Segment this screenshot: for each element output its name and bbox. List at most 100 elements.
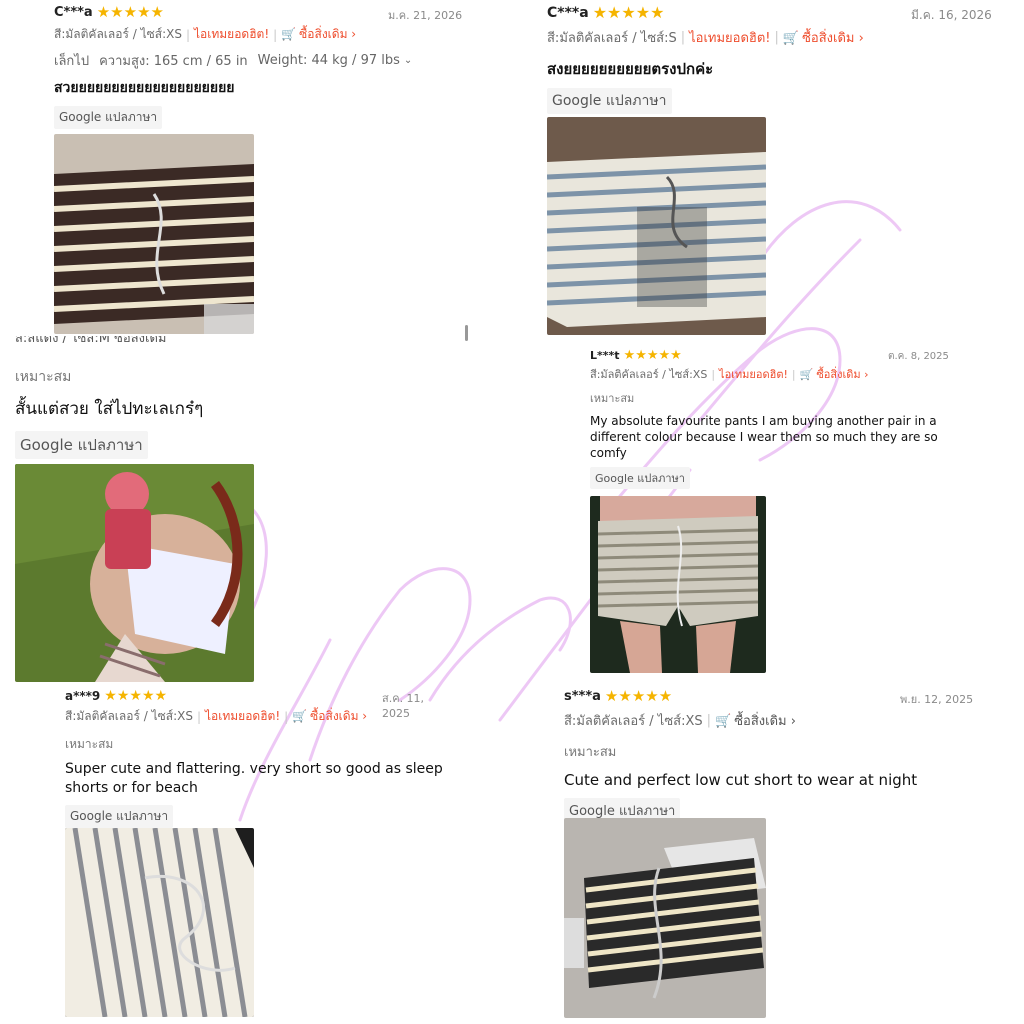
divider: | bbox=[185, 27, 191, 42]
review-photo[interactable] bbox=[65, 828, 254, 1017]
review-text: Super cute and flattering. very short so… bbox=[65, 761, 443, 796]
fit-label: เล็กไป bbox=[54, 54, 90, 69]
worn-shorts-photo bbox=[590, 496, 766, 673]
divider: | bbox=[791, 367, 796, 381]
rating-stars: ★ ★ ★ ★ ★ bbox=[624, 349, 682, 362]
rating-stars: ★ ★ ★ ★ ★ bbox=[97, 5, 164, 20]
chevron-down-icon[interactable]: ⌄ bbox=[404, 55, 412, 66]
star-icon: ★ bbox=[607, 3, 622, 22]
review-photo[interactable] bbox=[564, 818, 766, 1018]
review-date: ม.ค. 21, 2026 bbox=[388, 9, 463, 22]
variant-label: สี:มัลติคัลเลอร์ / ไซส์:S bbox=[547, 31, 677, 46]
weight-label: Weight: 44 kg / 97 lbs bbox=[257, 53, 400, 68]
scrollbar-thumb[interactable] bbox=[465, 325, 468, 341]
shorts-packaging-photo bbox=[564, 818, 766, 1018]
star-icon: ★ bbox=[658, 686, 673, 705]
star-icon: ★ bbox=[604, 686, 619, 705]
review-photo[interactable] bbox=[590, 496, 766, 673]
star-icon: ★ bbox=[96, 3, 111, 21]
divider: | bbox=[711, 367, 716, 381]
buy-again-label: ซื้อสิ่งเดิม bbox=[310, 709, 359, 723]
rating-stars: ★ ★ ★ ★ ★ bbox=[593, 5, 665, 21]
cart-icon: 🛒 bbox=[782, 31, 800, 46]
variant-label: สี:มัลติคัลเลอร์ / ไซส์:XS bbox=[564, 714, 703, 729]
star-icon: ★ bbox=[618, 686, 632, 705]
variant-label: สี:มัลติคัลเลอร์ / ไซส์:XS bbox=[65, 709, 193, 723]
star-icon: ★ bbox=[137, 3, 151, 21]
variant-label: สี:มัลติคัลเลอร์ / ไซส์:XS bbox=[54, 27, 182, 41]
star-icon: ★ bbox=[129, 687, 142, 704]
buy-again-link[interactable]: 🛒 ซื้อสิ่งเดิม › bbox=[800, 365, 869, 383]
star-icon: ★ bbox=[110, 3, 124, 21]
review-date: มี.ค. 16, 2026 bbox=[911, 8, 992, 22]
cart-icon: 🛒 bbox=[715, 714, 732, 729]
star-icon: ★ bbox=[670, 347, 682, 363]
buy-again-label: ซื้อสิ่งเดิม bbox=[299, 27, 348, 41]
striped-shorts-photo bbox=[54, 134, 254, 334]
review-card-1: C***a ★ ★ ★ ★ ★ ม.ค. 21, 2026 สี:มัลติคัลเลอ… bbox=[54, 4, 464, 129]
beach-outfit-photo bbox=[15, 464, 254, 682]
suitability-label: เหมาะสม bbox=[15, 369, 72, 385]
review-photo[interactable] bbox=[547, 117, 766, 335]
review-username: a***9 bbox=[65, 688, 101, 703]
star-icon: ★ bbox=[123, 3, 138, 21]
star-icon: ★ bbox=[635, 347, 647, 363]
star-icon: ★ bbox=[141, 687, 155, 704]
star-icon: ★ bbox=[635, 3, 651, 22]
star-icon: ★ bbox=[631, 686, 646, 705]
hot-item-badge: ไอเทมยอดฮิต! bbox=[689, 31, 771, 46]
star-icon: ★ bbox=[646, 347, 659, 363]
review-card-4: L***t ★ ★ ★ ★ ★ ต.ค. 8, 2025 สี:มัลติคัลเลอร… bbox=[590, 348, 950, 489]
star-icon: ★ bbox=[658, 347, 671, 363]
suitability-label: เหมาะสม bbox=[590, 392, 635, 405]
review-text: สงยยยยยยยยยยตรงปกค่ะ bbox=[547, 60, 714, 78]
review-card-2: C***a ★ ★ ★ ★ ★ มี.ค. 16, 2026 สี:มัลติคัลเล… bbox=[547, 4, 992, 115]
buy-again-label: ซื้อสิ่งเดิม bbox=[816, 368, 861, 381]
buy-again-link[interactable]: 🛒 ซื้อสิ่งเดิม › bbox=[292, 707, 367, 726]
suitability-label: เหมาะสม bbox=[65, 737, 114, 751]
google-translate-button[interactable]: Google แปลภาษา bbox=[547, 88, 672, 115]
divider: | bbox=[284, 709, 289, 724]
cart-icon: 🛒 bbox=[799, 368, 814, 381]
review-username: C***a bbox=[54, 5, 93, 20]
divider: | bbox=[706, 713, 712, 728]
star-icon: ★ bbox=[592, 3, 608, 22]
review-date: ส.ค. 11, 2025 bbox=[382, 692, 425, 720]
buy-again-link[interactable]: 🛒 ซื้อสิ่งเดิม › bbox=[281, 25, 356, 44]
buy-again-label: ซื้อสิ่งเดิม bbox=[802, 31, 855, 46]
hot-item-badge: ไอเทมยอดฮิต! bbox=[194, 27, 270, 41]
star-icon: ★ bbox=[116, 687, 130, 704]
buy-again-link[interactable]: 🛒 ซื้อสิ่งเดิม › bbox=[783, 27, 864, 48]
google-translate-button[interactable]: Google แปลภาษา bbox=[54, 105, 163, 129]
google-translate-button[interactable]: Google แปลภาษา bbox=[15, 430, 148, 459]
variant-label-partial: สี:สีแดง / ไซส์:M ซื้อสิ่งเดิม bbox=[15, 336, 167, 346]
google-translate-button[interactable]: Google แปลภาษา bbox=[65, 804, 174, 828]
review-text: My absolute favourite pants I am buying … bbox=[590, 414, 938, 461]
review-username: L***t bbox=[590, 348, 620, 362]
review-text: สวยยยยยยยยยยยยยยยยยยยย bbox=[54, 80, 235, 96]
buy-again-label: ซื้อสิ่งเดิม bbox=[734, 714, 787, 729]
review-username: s***a bbox=[564, 688, 601, 704]
review-card-5: a***9 ★ ★ ★ ★ ★ ส.ค. 11, 2025 สี:มัลติคัลเลอ… bbox=[65, 688, 450, 828]
review-text: Cute and perfect low cut short to wear a… bbox=[564, 771, 918, 789]
divider: | bbox=[273, 27, 278, 42]
divider: | bbox=[680, 30, 686, 45]
star-icon: ★ bbox=[645, 686, 659, 705]
divider: | bbox=[774, 30, 779, 45]
google-translate-button[interactable]: Google แปลภาษา bbox=[590, 466, 690, 489]
review-text: สั้นแต่สวย ใส่ไปทะเลเกร๋ๆ bbox=[15, 399, 204, 419]
review-date: ต.ค. 8, 2025 bbox=[888, 351, 949, 362]
variant-label: สี:มัลติคัลเลอร์ / ไซส์:XS bbox=[590, 368, 708, 381]
review-photo[interactable] bbox=[15, 464, 254, 682]
review-photo[interactable] bbox=[54, 134, 254, 334]
hot-item-badge: ไอเทมยอดฮิต! bbox=[205, 709, 281, 723]
cart-icon: 🛒 bbox=[292, 709, 308, 723]
suitability-label: เหมาะสม bbox=[564, 745, 617, 760]
review-card-6: s***a ★ ★ ★ ★ ★ พ.ย. 12, 2025 สี:มัลติคัลเลอ… bbox=[564, 686, 974, 824]
star-icon: ★ bbox=[154, 687, 168, 704]
star-icon: ★ bbox=[621, 3, 636, 22]
buy-again-link[interactable]: 🛒 ซื้อสิ่งเดิม › bbox=[715, 710, 796, 731]
star-icon: ★ bbox=[150, 3, 164, 21]
rating-stars: ★ ★ ★ ★ ★ bbox=[104, 689, 167, 703]
review-username: C***a bbox=[547, 5, 589, 21]
